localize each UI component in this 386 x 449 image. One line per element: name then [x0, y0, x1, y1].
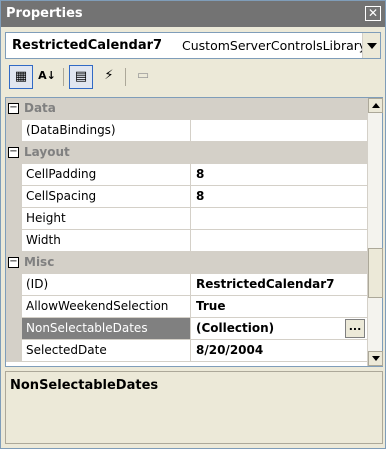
- property-name: (ID): [22, 274, 191, 295]
- property-row[interactable]: CellPadding 8: [6, 164, 367, 186]
- property-name: NonSelectableDates: [22, 318, 191, 339]
- toolbar-separator: [63, 68, 64, 86]
- collapse-icon[interactable]: −: [8, 103, 19, 114]
- title-bar: Properties ✕: [1, 1, 385, 27]
- category-label: Misc: [24, 255, 55, 269]
- property-list: − Data (DataBindings) − Layout CellPaddi…: [6, 98, 367, 366]
- property-value[interactable]: True: [192, 296, 367, 317]
- property-row[interactable]: Height: [6, 208, 367, 230]
- categorized-icon[interactable]: ▦: [9, 65, 33, 89]
- toolbar-separator: [125, 68, 126, 86]
- property-value[interactable]: [192, 120, 367, 141]
- property-row-selected[interactable]: NonSelectableDates (Collection) ...: [6, 318, 367, 340]
- property-name: Height: [22, 208, 191, 229]
- property-row[interactable]: Width: [6, 230, 367, 252]
- property-name: AllowWeekendSelection: [22, 296, 191, 317]
- property-name: CellPadding: [22, 164, 191, 185]
- property-value[interactable]: [192, 230, 367, 251]
- category-label: Data: [24, 101, 56, 115]
- lightning-icon[interactable]: ⚡: [97, 65, 121, 89]
- property-value[interactable]: (Collection): [192, 318, 367, 339]
- property-name: (DataBindings): [22, 120, 191, 141]
- property-row[interactable]: CellSpacing 8: [6, 186, 367, 208]
- vertical-scrollbar[interactable]: [367, 98, 383, 366]
- object-selector-dropdown[interactable]: RestrictedCalendar7 CustomServerControls…: [5, 32, 381, 59]
- properties-window: Properties ✕ RestrictedCalendar7 CustomS…: [0, 0, 386, 449]
- category-data[interactable]: − Data: [6, 98, 367, 120]
- property-name: SelectedDate: [22, 340, 191, 361]
- category-misc[interactable]: − Misc: [6, 252, 367, 274]
- property-row[interactable]: (ID) RestrictedCalendar7: [6, 274, 367, 296]
- description-title: NonSelectableDates: [10, 378, 159, 393]
- scroll-up-icon[interactable]: [368, 98, 383, 113]
- category-layout[interactable]: − Layout: [6, 142, 367, 164]
- chevron-down-icon[interactable]: [362, 33, 380, 58]
- property-row[interactable]: AllowWeekendSelection True: [6, 296, 367, 318]
- object-type: CustomServerControlsLibrary.: [182, 38, 369, 53]
- scroll-thumb[interactable]: [368, 248, 383, 298]
- property-value[interactable]: 8: [192, 164, 367, 185]
- property-value[interactable]: RestrictedCalendar7: [192, 274, 367, 295]
- property-value[interactable]: 8/20/2004: [192, 340, 367, 361]
- collapse-icon[interactable]: −: [8, 147, 19, 158]
- properties-icon[interactable]: ▤: [69, 65, 93, 89]
- property-row[interactable]: (DataBindings): [6, 120, 367, 142]
- ellipsis-button[interactable]: ...: [345, 319, 365, 338]
- collapse-icon[interactable]: −: [8, 257, 19, 268]
- window-title: Properties: [6, 6, 83, 21]
- category-label: Layout: [24, 145, 70, 159]
- object-name: RestrictedCalendar7: [12, 38, 163, 53]
- alphabetical-icon[interactable]: A↓: [35, 65, 59, 89]
- property-name: Width: [22, 230, 191, 251]
- property-pages-icon: ▭: [136, 68, 150, 83]
- property-value[interactable]: 8: [192, 186, 367, 207]
- property-row[interactable]: SelectedDate 8/20/2004: [6, 340, 367, 362]
- scroll-down-icon[interactable]: [368, 351, 383, 366]
- description-panel: NonSelectableDates: [5, 371, 383, 444]
- properties-toolbar: ▦ A↓ ▤ ⚡ ▭: [5, 63, 383, 93]
- property-name: CellSpacing: [22, 186, 191, 207]
- property-grid: − Data (DataBindings) − Layout CellPaddi…: [5, 97, 383, 367]
- property-value[interactable]: [192, 208, 367, 229]
- close-icon[interactable]: ✕: [365, 6, 381, 21]
